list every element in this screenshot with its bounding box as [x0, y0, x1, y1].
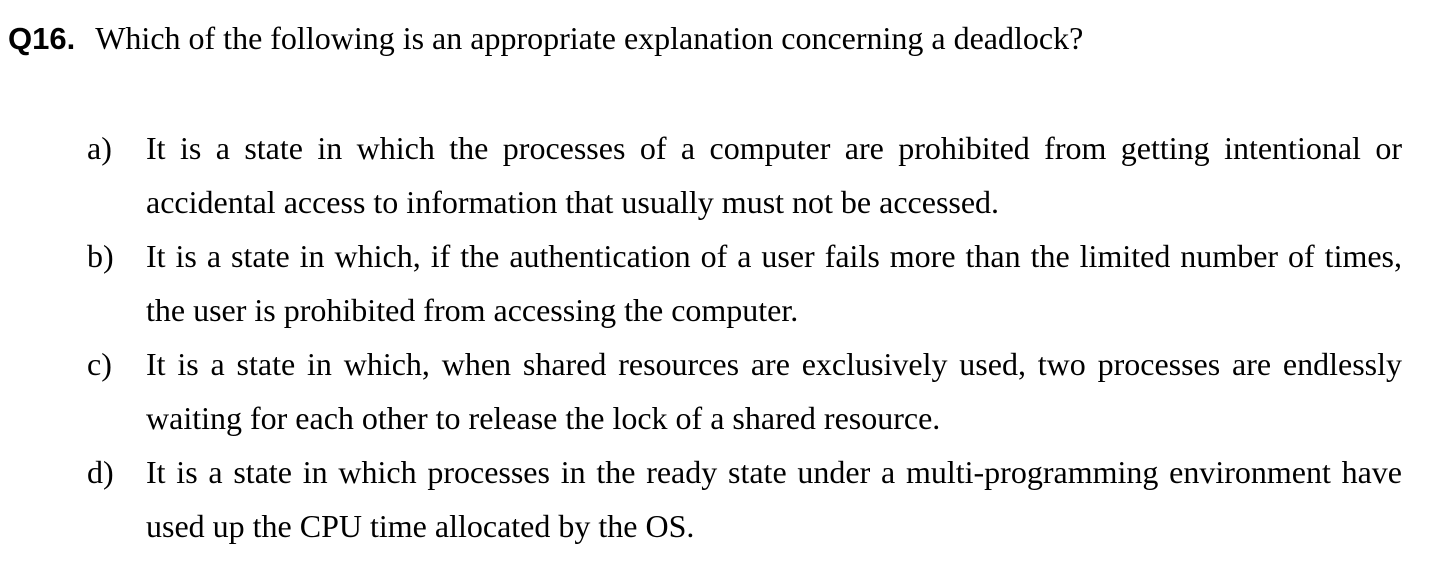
- answer-option-b: b) It is a state in which, if the authen…: [87, 229, 1402, 337]
- option-text: It is a state in which, if the authentic…: [146, 238, 1402, 328]
- option-text: It is a state in which processes in the …: [146, 454, 1402, 544]
- question-number: Q16.: [8, 21, 76, 56]
- answer-options-list: a) It is a state in which the processes …: [87, 121, 1402, 553]
- option-letter: a): [87, 130, 112, 166]
- answer-option-c: c) It is a state in which, when shared r…: [87, 337, 1402, 445]
- answer-option-a: a) It is a state in which the processes …: [87, 121, 1402, 229]
- option-letter: c): [87, 346, 112, 382]
- option-letter: d): [87, 454, 114, 490]
- answer-option-d: d) It is a state in which processes in t…: [87, 445, 1402, 553]
- question-text: Which of the following is an appropriate…: [95, 20, 1084, 56]
- option-letter: b): [87, 238, 114, 274]
- option-text: It is a state in which, when shared reso…: [146, 346, 1402, 436]
- option-text: It is a state in which the processes of …: [146, 130, 1402, 220]
- question-stem: Q16. Which of the following is an appropr…: [8, 18, 1428, 59]
